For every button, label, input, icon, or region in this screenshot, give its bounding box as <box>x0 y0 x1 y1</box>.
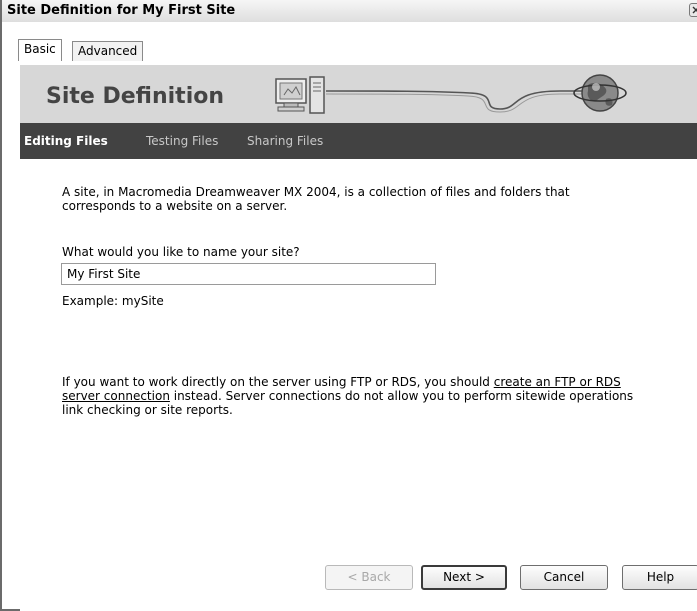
tab-basic[interactable]: Basic <box>18 39 62 61</box>
example-text: Example: mySite <box>62 294 164 308</box>
back-button[interactable]: < Back <box>325 565 413 590</box>
step-editing-files[interactable]: Editing Files <box>24 134 108 148</box>
wizard-step-bar: Editing Files Testing Files Sharing File… <box>20 123 697 159</box>
help-button[interactable]: Help <box>622 565 697 590</box>
step-sharing-files[interactable]: Sharing Files <box>247 134 323 148</box>
title-bar[interactable]: Site Definition for My First Site <box>2 0 697 23</box>
step-testing-files[interactable]: Testing Files <box>146 134 218 148</box>
window-title: Site Definition for My First Site <box>7 3 236 18</box>
next-button[interactable]: Next > <box>421 565 507 590</box>
tab-advanced[interactable]: Advanced <box>72 41 144 61</box>
site-name-label: What would you like to name your site? <box>62 245 300 259</box>
site-definition-banner: Site Definition <box>20 65 697 123</box>
wizard-content: A site, in Macromedia Dreamweaver MX 200… <box>20 159 697 611</box>
close-icon[interactable] <box>689 3 697 17</box>
server-text-before: If you want to work directly on the serv… <box>62 375 494 389</box>
cancel-button[interactable]: Cancel <box>520 565 608 590</box>
server-connection-text: If you want to work directly on the serv… <box>62 375 637 417</box>
site-definition-dialog: Site Definition for My First Site Basic … <box>0 0 697 611</box>
intro-text: A site, in Macromedia Dreamweaver MX 200… <box>62 185 570 213</box>
network-computer-globe-icon <box>275 74 627 114</box>
site-name-input[interactable] <box>61 263 436 285</box>
tab-strip: Basic Advanced <box>2 22 697 61</box>
banner-title: Site Definition <box>46 84 225 109</box>
